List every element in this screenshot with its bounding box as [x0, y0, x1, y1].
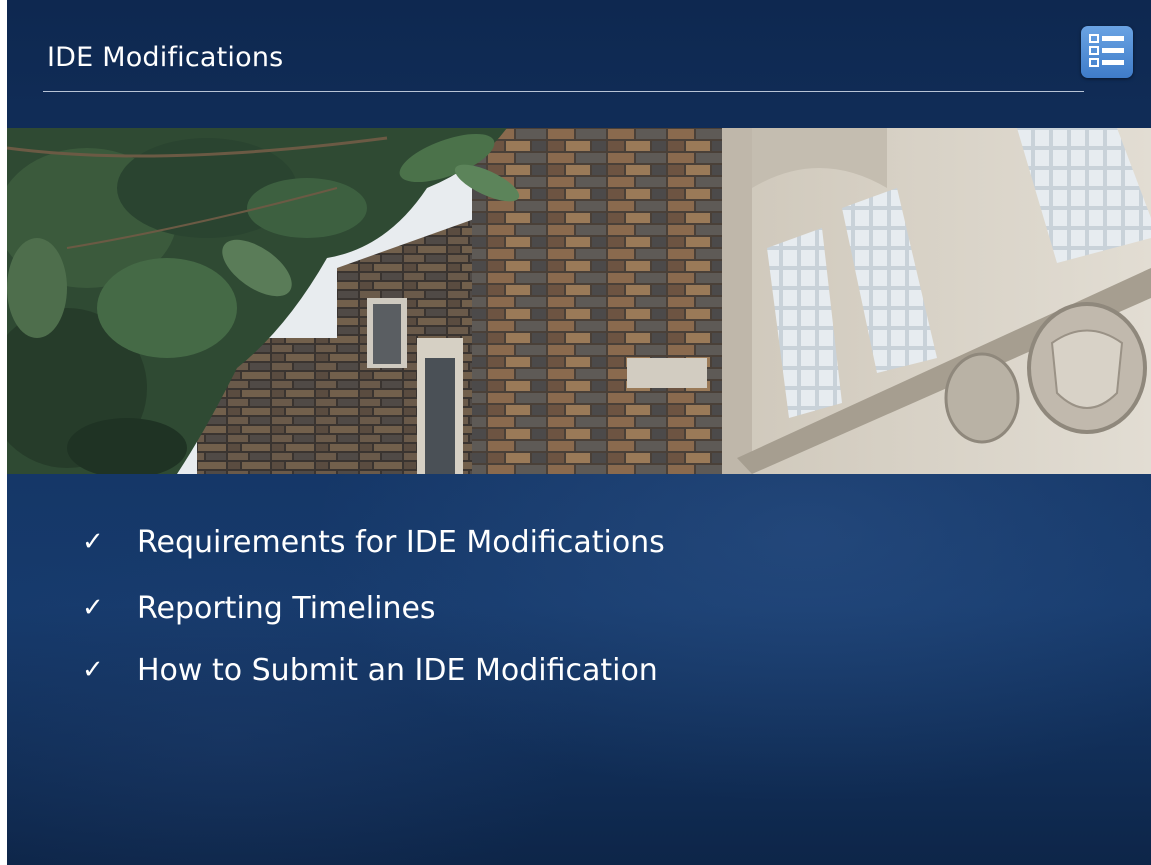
- bullet-text: Reporting Timelines: [137, 591, 436, 626]
- outline-menu-icon: [1089, 34, 1124, 67]
- checkmark-icon: ✓: [82, 593, 104, 623]
- title-divider: [43, 91, 1084, 92]
- slide-title: IDE Modifications: [47, 42, 284, 73]
- slide: IDE Modifications ✓ Requirements for IDE…: [0, 0, 1151, 865]
- checkmark-icon: ✓: [82, 527, 104, 557]
- outline-menu-button[interactable]: [1081, 26, 1133, 78]
- checkmark-icon: ✓: [82, 655, 104, 685]
- bullet-text: How to Submit an IDE Modification: [137, 653, 658, 688]
- building-photo: [7, 128, 1151, 474]
- bullet-text: Requirements for IDE Modifications: [137, 525, 665, 560]
- slide-left-border: [0, 0, 7, 865]
